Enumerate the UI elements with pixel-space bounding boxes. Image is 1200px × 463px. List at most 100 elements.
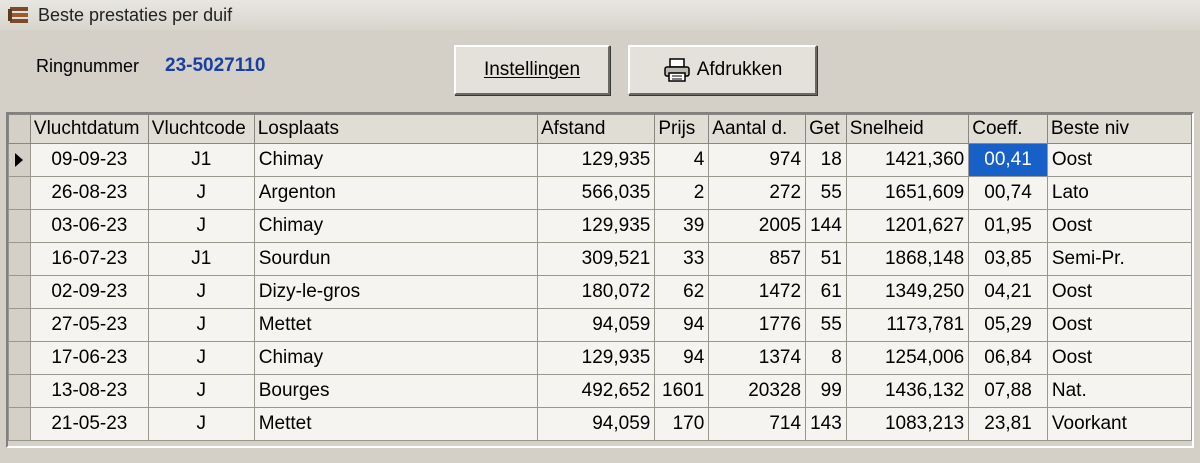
row-indicator[interactable]: [8, 275, 31, 309]
cell-get[interactable]: 144: [805, 209, 847, 243]
cell-vluchtdatum[interactable]: 21-05-23: [29, 407, 149, 441]
cell-vluchtdatum[interactable]: 27-05-23: [29, 308, 149, 342]
cell-aantal[interactable]: 1776: [708, 308, 807, 342]
cell-afstand[interactable]: 94,059: [536, 407, 656, 441]
cell-get[interactable]: 143: [805, 407, 847, 441]
cell-afstand[interactable]: 180,072: [536, 275, 656, 309]
cell-vluchtdatum[interactable]: 02-09-23: [29, 275, 149, 309]
cell-afstand[interactable]: 129,935: [536, 143, 656, 177]
cell-snelheid[interactable]: 1868,148: [845, 242, 970, 276]
cell-get[interactable]: 8: [805, 341, 847, 375]
cell-prijs[interactable]: 94: [654, 308, 710, 342]
table-row[interactable]: 02-09-23 J Dizy-le-gros 180,072 62 1472 61 1349…: [8, 275, 1192, 309]
cell-afstand[interactable]: 129,935: [536, 209, 656, 243]
row-indicator[interactable]: [8, 407, 31, 441]
table-row[interactable]: 17-06-23 J Chimay 129,935 94 1374 8 1254,006 06,…: [8, 341, 1192, 375]
cell-prijs[interactable]: 39: [654, 209, 710, 243]
column-header-aantal[interactable]: Aantal d.: [708, 114, 807, 144]
cell-vluchtcode[interactable]: J: [147, 341, 255, 375]
cell-prijs[interactable]: 1601: [654, 374, 710, 408]
cell-prijs[interactable]: 94: [654, 341, 710, 375]
row-indicator[interactable]: [8, 242, 31, 276]
cell-snelheid[interactable]: 1254,006: [845, 341, 970, 375]
cell-losplaats[interactable]: Sourdun: [253, 242, 538, 276]
cell-snelheid[interactable]: 1421,360: [845, 143, 970, 177]
table-row[interactable]: 09-09-23 J1 Chimay 129,935 4 974 18 1421,360 00,…: [8, 143, 1192, 177]
cell-afstand[interactable]: 309,521: [536, 242, 656, 276]
cell-aantal[interactable]: 2005: [708, 209, 807, 243]
table-row[interactable]: 21-05-23 J Mettet 94,059 170 714 143 1083,213 23…: [8, 407, 1192, 441]
cell-get[interactable]: 99: [805, 374, 847, 408]
table-row[interactable]: 03-06-23 J Chimay 129,935 39 2005 144 1201,627 0…: [8, 209, 1192, 243]
cell-losplaats[interactable]: Mettet: [253, 407, 538, 441]
cell-prijs[interactable]: 62: [654, 275, 710, 309]
cell-coeff[interactable]: 00,41: [968, 143, 1048, 177]
cell-snelheid[interactable]: 1083,213: [845, 407, 970, 441]
cell-aantal[interactable]: 714: [708, 407, 807, 441]
cell-prijs[interactable]: 170: [654, 407, 710, 441]
row-indicator[interactable]: [8, 209, 31, 243]
cell-beste-niv[interactable]: Nat.: [1046, 374, 1192, 408]
table-row[interactable]: 26-08-23 J Argenton 566,035 2 272 55 1651,609 00…: [8, 176, 1192, 210]
cell-vluchtdatum[interactable]: 09-09-23: [29, 143, 149, 177]
cell-aantal[interactable]: 272: [708, 176, 807, 210]
column-header-vluchtdatum[interactable]: Vluchtdatum: [29, 114, 149, 144]
row-indicator[interactable]: [8, 308, 31, 342]
cell-vluchtcode[interactable]: J: [147, 374, 255, 408]
cell-get[interactable]: 55: [805, 308, 847, 342]
cell-losplaats[interactable]: Bourges: [253, 374, 538, 408]
cell-losplaats[interactable]: Chimay: [253, 143, 538, 177]
cell-aantal[interactable]: 20328: [708, 374, 807, 408]
cell-afstand[interactable]: 566,035: [536, 176, 656, 210]
cell-beste-niv[interactable]: Semi-Pr.: [1046, 242, 1192, 276]
cell-vluchtcode[interactable]: J: [147, 176, 255, 210]
cell-coeff[interactable]: 03,85: [968, 242, 1048, 276]
cell-losplaats[interactable]: Chimay: [253, 341, 538, 375]
cell-snelheid[interactable]: 1651,609: [845, 176, 970, 210]
cell-snelheid[interactable]: 1349,250: [845, 275, 970, 309]
cell-beste-niv[interactable]: Oost: [1046, 209, 1192, 243]
cell-vluchtdatum[interactable]: 13-08-23: [29, 374, 149, 408]
cell-vluchtcode[interactable]: J1: [147, 143, 255, 177]
cell-coeff[interactable]: 07,88: [968, 374, 1048, 408]
column-header-coeff[interactable]: Coeff.: [968, 114, 1048, 144]
cell-snelheid[interactable]: 1436,132: [845, 374, 970, 408]
cell-vluchtcode[interactable]: J1: [147, 242, 255, 276]
cell-prijs[interactable]: 2: [654, 176, 710, 210]
cell-coeff[interactable]: 06,84: [968, 341, 1048, 375]
cell-afstand[interactable]: 492,652: [536, 374, 656, 408]
cell-afstand[interactable]: 94,059: [536, 308, 656, 342]
print-button[interactable]: Afdrukken: [628, 45, 817, 95]
column-header-beste-niv[interactable]: Beste niv: [1046, 114, 1192, 144]
column-header-vluchtcode[interactable]: Vluchtcode: [147, 114, 255, 144]
table-row[interactable]: 27-05-23 J Mettet 94,059 94 1776 55 1173,781 05,…: [8, 308, 1192, 342]
cell-vluchtdatum[interactable]: 03-06-23: [29, 209, 149, 243]
cell-coeff[interactable]: 00,74: [968, 176, 1048, 210]
cell-vluchtcode[interactable]: J: [147, 407, 255, 441]
cell-aantal[interactable]: 1472: [708, 275, 807, 309]
cell-losplaats[interactable]: Mettet: [253, 308, 538, 342]
cell-coeff[interactable]: 04,21: [968, 275, 1048, 309]
row-indicator[interactable]: [8, 341, 31, 375]
cell-aantal[interactable]: 857: [708, 242, 807, 276]
cell-vluchtcode[interactable]: J: [147, 308, 255, 342]
cell-losplaats[interactable]: Chimay: [253, 209, 538, 243]
settings-button[interactable]: Instellingen: [454, 45, 610, 95]
cell-get[interactable]: 61: [805, 275, 847, 309]
column-header-prijs[interactable]: Prijs: [654, 114, 710, 144]
cell-vluchtcode[interactable]: J: [147, 209, 255, 243]
cell-snelheid[interactable]: 1201,627: [845, 209, 970, 243]
cell-prijs[interactable]: 33: [654, 242, 710, 276]
cell-aantal[interactable]: 1374: [708, 341, 807, 375]
cell-vluchtdatum[interactable]: 16-07-23: [29, 242, 149, 276]
cell-beste-niv[interactable]: Oost: [1046, 308, 1192, 342]
row-indicator[interactable]: [8, 143, 31, 177]
cell-beste-niv[interactable]: Voorkant: [1046, 407, 1192, 441]
cell-vluchtdatum[interactable]: 17-06-23: [29, 341, 149, 375]
cell-get[interactable]: 51: [805, 242, 847, 276]
cell-snelheid[interactable]: 1173,781: [845, 308, 970, 342]
cell-afstand[interactable]: 129,935: [536, 341, 656, 375]
cell-aantal[interactable]: 974: [708, 143, 807, 177]
cell-coeff[interactable]: 01,95: [968, 209, 1048, 243]
cell-get[interactable]: 55: [805, 176, 847, 210]
